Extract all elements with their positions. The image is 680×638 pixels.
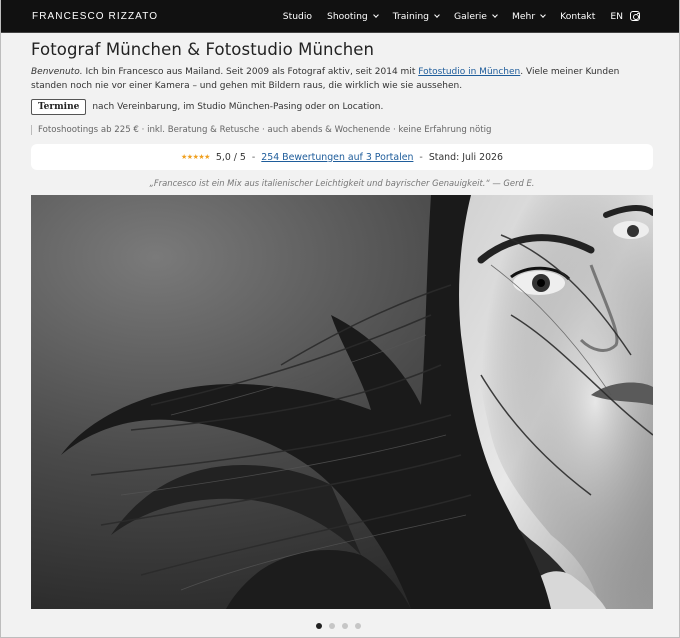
rating-stars-icon: ★★★★★	[181, 153, 210, 161]
nav-item-shooting[interactable]: Shooting	[327, 11, 379, 22]
separator: -	[251, 151, 256, 163]
brand-logo[interactable]: FRANCESCO RIZZATO	[32, 11, 158, 22]
chevron-down-icon	[372, 12, 379, 18]
nav-item-galerie[interactable]: Galerie	[454, 11, 498, 22]
carousel-dot[interactable]	[342, 623, 348, 629]
carousel-dot[interactable]	[355, 623, 361, 629]
price-info: Fotoshootings ab 225 € · inkl. Beratung …	[31, 125, 653, 135]
nav-item-label: Galerie	[454, 11, 487, 22]
nav-item-label: Mehr	[511, 11, 536, 22]
separator: -	[419, 151, 423, 163]
nav-item-mehr[interactable]: Mehr	[511, 11, 546, 22]
hero-portrait-image[interactable]	[31, 195, 653, 609]
nav-item-label: EN	[610, 11, 623, 22]
nav-item-label: Training	[392, 11, 430, 22]
rating-card: ★★★★★ 5,0 / 5 - 254 Bewertungen auf 3 Po…	[31, 144, 653, 170]
instagram-icon[interactable]	[630, 11, 640, 21]
rating-date: Stand: Juli 2026	[428, 151, 503, 163]
intro-paragraph: Benvenuto. Ich bin Francesco aus Mailand…	[31, 65, 653, 93]
termine-row: Termine nach Vereinbarung, im Studio Mün…	[31, 99, 653, 115]
intro-greeting: Benvenuto.	[31, 67, 83, 77]
carousel-dot[interactable]	[329, 623, 335, 629]
top-navigation-bar: FRANCESCO RIZZATO Studio Shooting Traini…	[1, 0, 679, 33]
nav-item-studio[interactable]: Studio	[283, 11, 312, 22]
language-switch[interactable]: EN	[610, 11, 623, 22]
main-nav: Studio Shooting Training Galerie Mehr Ko…	[268, 0, 647, 33]
rating-score: 5,0 / 5	[215, 151, 246, 163]
termine-button[interactable]: Termine	[31, 99, 87, 115]
portrait-photo	[31, 195, 653, 609]
termine-text: nach Vereinbarung, im Studio München-Pas…	[92, 102, 384, 112]
chevron-down-icon	[434, 12, 440, 18]
page: FRANCESCO RIZZATO Studio Shooting Traini…	[0, 0, 680, 638]
main-content: Fotograf München & Fotostudio München Be…	[31, 33, 653, 188]
nav-item-training[interactable]: Training	[392, 11, 440, 22]
nav-item-kontakt[interactable]: Kontakt	[560, 11, 595, 22]
nav-item-label: Studio	[282, 11, 313, 22]
intro-text: Ich bin Francesco aus Mailand. Seit 2009…	[82, 67, 419, 77]
page-title: Fotograf München & Fotostudio München	[31, 40, 375, 59]
chevron-down-icon	[492, 12, 498, 18]
fotostudio-link[interactable]: Fotostudio in München	[418, 67, 520, 77]
nav-item-label: Kontakt	[560, 11, 596, 22]
nav-item-label: Shooting	[327, 11, 368, 22]
carousel-dot[interactable]	[316, 623, 322, 629]
chevron-down-icon	[540, 12, 546, 18]
reviews-link[interactable]: 254 Bewertungen auf 3 Portalen	[261, 152, 413, 163]
testimonial-quote: „Francesco ist ein Mix aus italienischer…	[149, 178, 535, 188]
carousel-pagination	[316, 623, 361, 629]
